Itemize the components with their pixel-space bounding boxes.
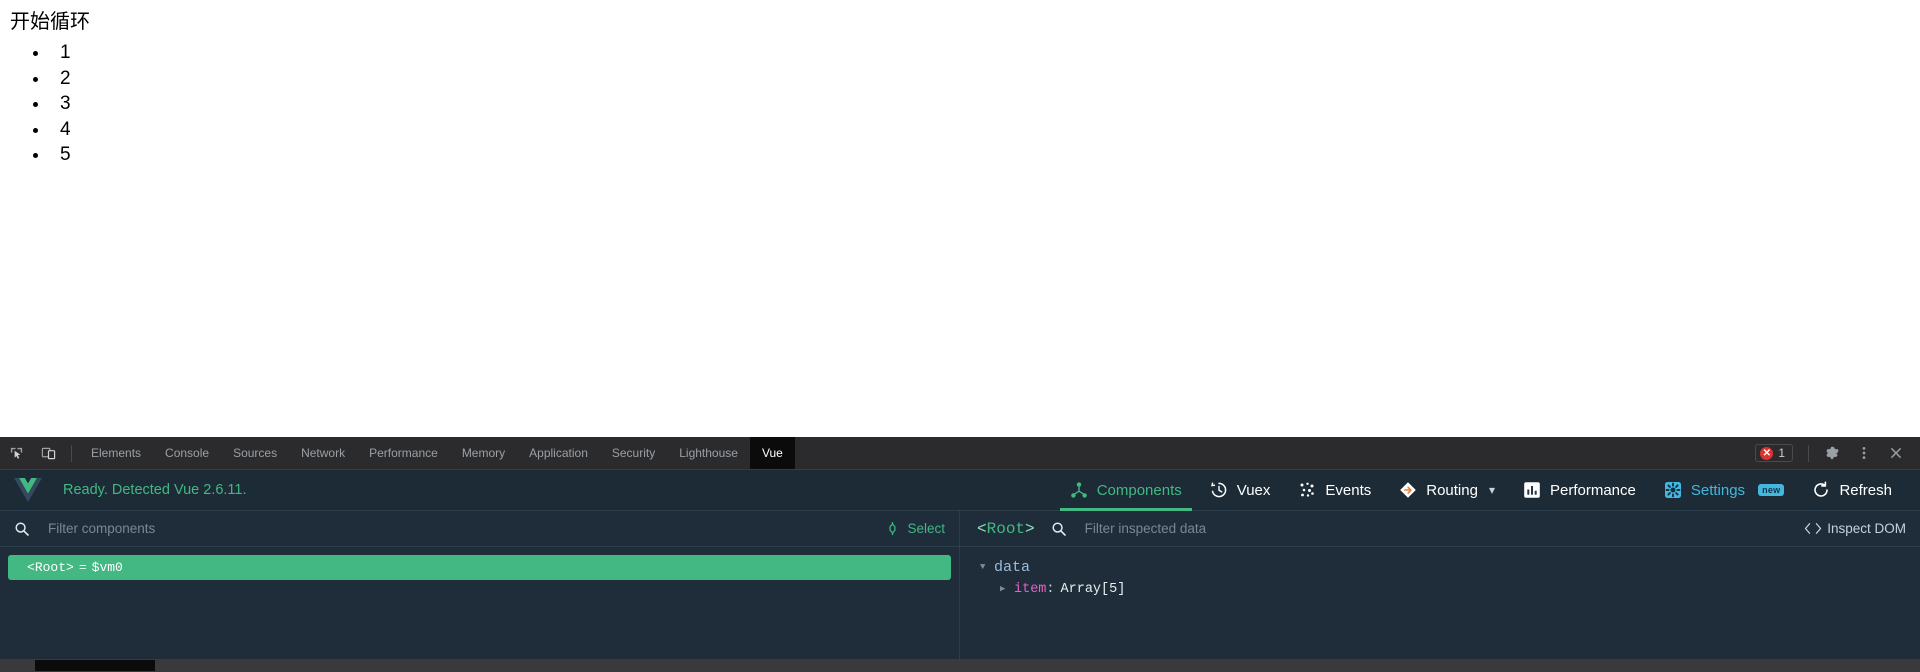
devtools-tab-lighthouse[interactable]: Lighthouse	[667, 437, 750, 469]
target-crosshair-icon	[889, 521, 897, 536]
inspector-pane: <Root> Inspect DOM ▼	[960, 511, 1920, 672]
vue-panel-body: Select <Root> = $vm0 <Root>	[0, 511, 1920, 672]
search-icon	[15, 521, 29, 536]
devtools-tab-elements[interactable]: Elements	[79, 437, 153, 469]
vue-nav-label: Refresh	[1839, 481, 1892, 499]
inspected-open-bracket: <	[977, 519, 987, 538]
devtools-tab-performance[interactable]: Performance	[357, 437, 450, 469]
data-group-label: data	[994, 558, 1031, 576]
devtools-tab-bar: Elements Console Sources Network Performance…	[0, 437, 1920, 470]
list-item: 5	[50, 142, 1920, 168]
vue-nav-settings[interactable]: Settings new	[1650, 470, 1799, 511]
vue-nav-components[interactable]: Components	[1056, 470, 1196, 511]
data-group-row[interactable]: ▼ data	[980, 556, 1920, 578]
toolbar-divider-2	[1808, 444, 1809, 462]
vue-nav-label: Performance	[1549, 481, 1636, 499]
inspected-tag-name: Root	[986, 519, 1026, 538]
inspected-component-name: <Root>	[977, 520, 1035, 538]
vue-nav-vuex[interactable]: Vuex	[1196, 470, 1285, 511]
vue-devtools-panel: Ready. Detected Vue 2.6.11. Components Vu…	[0, 470, 1920, 672]
settings-gear-icon[interactable]	[1816, 445, 1848, 461]
devtools-tab-application[interactable]: Application	[517, 437, 600, 469]
list-item: 4	[50, 117, 1920, 143]
component-close-bracket: >	[66, 560, 74, 575]
settings-cog-icon	[1664, 481, 1682, 499]
toolbar-divider	[71, 444, 72, 462]
devtools-tab-bar-right: ✕ 1	[1755, 437, 1920, 469]
routing-diamond-icon	[1399, 481, 1417, 499]
devtools-tab-network[interactable]: Network	[289, 437, 357, 469]
component-tree: < Root > = $vm0	[0, 547, 959, 672]
select-component-button[interactable]: Select	[885, 521, 945, 536]
data-property-row[interactable]: ▶ item: Array[5]	[980, 578, 1920, 600]
chevron-down-icon[interactable]: ▾	[1489, 483, 1495, 497]
filter-components-input[interactable]	[46, 520, 886, 537]
component-vm-alias: $vm0	[91, 560, 123, 575]
events-dots-icon	[1298, 481, 1316, 499]
vue-nav-label: Routing	[1426, 481, 1478, 499]
error-x-icon: ✕	[1760, 446, 1774, 460]
new-badge: new	[1758, 484, 1785, 496]
refresh-icon	[1812, 481, 1830, 499]
close-devtools-icon[interactable]	[1880, 445, 1912, 461]
vue-nav-events[interactable]: Events	[1284, 470, 1385, 511]
property-value: Array[5]	[1060, 581, 1126, 597]
vue-nav-label: Components	[1096, 481, 1182, 499]
web-page-viewport: 开始循环 12345	[0, 0, 1920, 437]
select-label: Select	[907, 521, 945, 536]
inspected-data-tree: ▼ data ▶ item: Array[5]	[960, 547, 1920, 672]
vue-logo-icon	[14, 478, 42, 502]
scrollbar-thumb[interactable]	[35, 660, 155, 671]
list-item: 3	[50, 91, 1920, 117]
vue-nav-label: Vuex	[1236, 481, 1271, 499]
horizontal-scrollbar[interactable]	[0, 659, 1920, 672]
components-toolbar: Select	[0, 511, 959, 547]
vue-panel-header: Ready. Detected Vue 2.6.11. Components Vu…	[0, 470, 1920, 511]
device-toolbar-icon[interactable]	[32, 437, 64, 469]
inspect-element-icon[interactable]	[0, 437, 32, 469]
component-tag-name: Root	[34, 560, 67, 575]
vue-nav-performance[interactable]: Performance	[1509, 470, 1650, 511]
devtools-tab-memory[interactable]: Memory	[450, 437, 517, 469]
devtools-tab-console[interactable]: Console	[153, 437, 221, 469]
code-brackets-icon	[1805, 523, 1822, 534]
list-item: 1	[50, 40, 1920, 66]
chevron-down-icon: ▼	[980, 562, 986, 572]
inspector-toolbar: <Root> Inspect DOM	[960, 511, 1920, 547]
filter-inspected-data-input[interactable]	[1082, 520, 1805, 537]
vue-status-text: Ready. Detected Vue 2.6.11.	[63, 482, 247, 498]
more-options-kebab-icon[interactable]	[1848, 445, 1880, 461]
components-icon	[1070, 481, 1088, 499]
component-tree-row-root[interactable]: < Root > = $vm0	[8, 555, 951, 580]
devtools-window: Elements Console Sources Network Performance…	[0, 437, 1920, 672]
components-pane: Select <Root> = $vm0	[0, 511, 960, 672]
devtools-tab-security[interactable]: Security	[600, 437, 667, 469]
vue-nav-label: Settings	[1690, 481, 1746, 499]
chevron-right-icon: ▶	[1000, 584, 1006, 594]
component-equals: =	[78, 560, 87, 575]
vue-nav-refresh[interactable]: Refresh	[1798, 470, 1906, 511]
inspected-close-bracket: >	[1025, 519, 1035, 538]
search-icon	[1052, 521, 1066, 536]
inspect-dom-button[interactable]: Inspect DOM	[1804, 521, 1906, 536]
property-key: item	[1014, 581, 1047, 597]
list-item: 2	[50, 66, 1920, 92]
inspect-dom-label: Inspect DOM	[1827, 521, 1906, 536]
property-colon: :	[1046, 581, 1055, 597]
vue-nav-routing[interactable]: Routing ▾	[1385, 470, 1509, 511]
performance-bars-icon	[1523, 481, 1541, 499]
devtools-tab-vue[interactable]: Vue	[749, 437, 795, 469]
loop-list: 12345	[0, 40, 1920, 168]
devtools-tab-sources[interactable]: Sources	[221, 437, 289, 469]
vue-panel-nav: Components Vuex Events Routing ▾ Performance S…	[1056, 470, 1920, 511]
component-open-bracket: <	[27, 560, 35, 575]
error-count: 1	[1778, 446, 1785, 460]
page-title: 开始循环	[10, 11, 90, 33]
error-count-badge[interactable]: ✕ 1	[1755, 444, 1793, 462]
vue-nav-label: Events	[1325, 481, 1372, 499]
vuex-clock-icon	[1210, 481, 1228, 499]
